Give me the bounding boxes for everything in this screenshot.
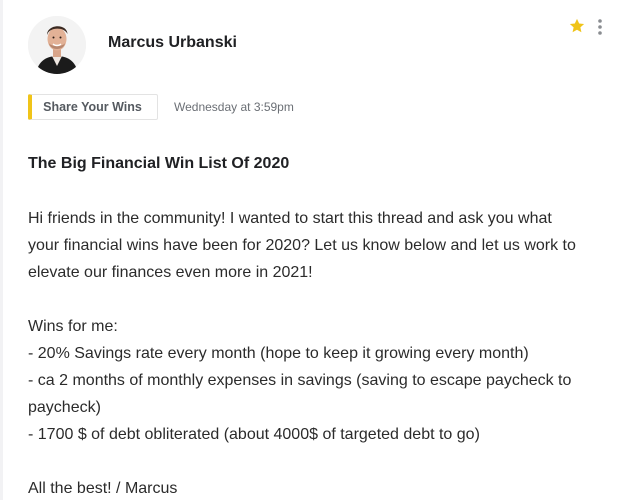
post-timestamp[interactable]: Wednesday at 3:59pm xyxy=(174,100,294,114)
win-item: paycheck) xyxy=(28,399,101,416)
author-avatar[interactable] xyxy=(28,16,86,74)
star-icon[interactable] xyxy=(568,17,586,35)
category-tag[interactable]: Share Your Wins xyxy=(28,94,158,120)
body-line: your financial wins have been for 2020? … xyxy=(28,237,576,254)
body-line: elevate our finances even more in 2021! xyxy=(28,264,313,281)
post-body: Hi friends in the community! I wanted to… xyxy=(28,205,598,502)
win-item: - 1700 $ of debt obliterated (about 4000… xyxy=(28,426,480,443)
win-item: - ca 2 months of monthly expenses in sav… xyxy=(28,372,572,389)
user-avatar-icon xyxy=(28,16,86,74)
wins-heading: Wins for me: xyxy=(28,318,118,335)
post-title: The Big Financial Win List Of 2020 xyxy=(28,155,290,172)
post-card: Marcus Urbanski Share Your Wins Wednesda… xyxy=(0,0,622,500)
win-item: - 20% Savings rate every month (hope to … xyxy=(28,345,529,362)
more-vertical-icon[interactable] xyxy=(594,18,606,36)
signoff: All the best! / Marcus xyxy=(28,480,178,497)
author-name[interactable]: Marcus Urbanski xyxy=(108,34,237,52)
body-line: Hi friends in the community! I wanted to… xyxy=(28,210,552,227)
